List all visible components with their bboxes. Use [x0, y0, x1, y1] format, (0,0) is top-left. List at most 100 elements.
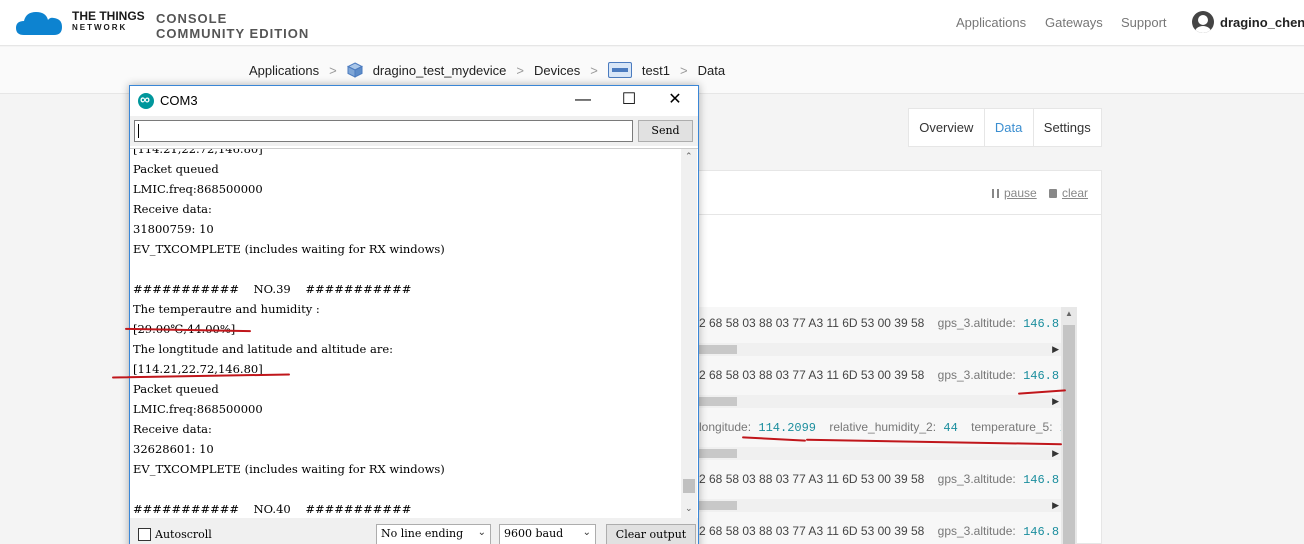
device-tabs: Overview Data Settings — [908, 108, 1102, 147]
console-title: CONSOLE COMMUNITY EDITION — [156, 11, 309, 41]
clear-label: clear — [1062, 186, 1089, 200]
breadcrumb-application-name[interactable]: dragino_test_mydevice — [373, 63, 507, 78]
field-value: 146.8 — [1023, 317, 1060, 331]
ttn-cloud-logo-icon[interactable] — [14, 9, 64, 37]
serial-output-line: ########### NO.40 ########### — [133, 502, 412, 516]
line-ending-select[interactable]: No line ending ⌄ — [376, 524, 491, 544]
field-value: 146.8 — [1023, 525, 1060, 539]
arduino-icon — [138, 91, 154, 109]
message-list: 2 68 58 03 88 03 77 A3 11 6D 53 00 39 58… — [699, 307, 1077, 544]
clear-output-button[interactable]: Clear output — [606, 524, 696, 544]
username: dragino_chene — [1220, 14, 1304, 30]
message-line: 2 68 58 03 88 03 77 A3 11 6D 53 00 39 58… — [699, 524, 1059, 539]
tab-data[interactable]: Data — [985, 109, 1034, 146]
minimize-icon[interactable]: — — [560, 86, 606, 116]
maximize-icon[interactable]: ☐ — [606, 86, 652, 116]
chevron-right-icon: > — [590, 62, 598, 78]
close-icon[interactable]: ✕ — [652, 86, 698, 116]
serial-output-text: [114.21,22.72,146.80] Packet queued LMIC.f… — [133, 148, 445, 518]
pause-icon — [992, 188, 999, 198]
payload-hex: 2 68 58 03 88 03 77 A3 11 6D 53 00 39 58 — [699, 316, 925, 330]
scroll-down-icon[interactable]: ⌄ — [685, 503, 693, 514]
breadcrumb-devices[interactable]: Devices — [534, 63, 580, 78]
serial-output-line: Packet queued — [133, 382, 219, 396]
window-titlebar[interactable]: COM3 — ☐ ✕ — [130, 86, 698, 116]
serial-output-line: LMIC.freq:868500000 — [133, 402, 263, 416]
message-line: 2 68 58 03 88 03 77 A3 11 6D 53 00 39 58… — [699, 316, 1059, 331]
tab-overview[interactable]: Overview — [909, 109, 985, 146]
scroll-right-icon[interactable]: ▶ — [1052, 344, 1059, 355]
scroll-right-icon[interactable]: ▶ — [1052, 396, 1059, 407]
serial-options-bar: Autoscroll No line ending ⌄ 9600 baud ⌄ … — [130, 518, 698, 544]
tab-settings[interactable]: Settings — [1034, 109, 1101, 146]
field-value: 146.8 — [1023, 369, 1060, 383]
breadcrumb-current: Data — [697, 62, 726, 78]
field-value: 114.2099 — [758, 421, 816, 435]
breadcrumb-device-name[interactable]: test1 — [642, 63, 670, 78]
nav-applications-link[interactable]: Applications — [956, 15, 1026, 30]
payload-hex: 2 68 58 03 88 03 77 A3 11 6D 53 00 39 58 — [699, 524, 925, 538]
pause-button[interactable]: pause — [992, 186, 1037, 200]
field-key: longitude: — [699, 420, 752, 434]
brand-line-2: NETWORK — [72, 23, 128, 32]
chevron-right-icon: > — [680, 62, 688, 78]
serial-output-line: LMIC.freq:868500000 — [133, 182, 263, 196]
scrollbar-thumb[interactable] — [699, 345, 737, 354]
message-line: longitude: 114.2099 relative_humidity_2:… — [699, 420, 1074, 435]
scrollbar-thumb[interactable] — [699, 397, 737, 406]
list-item[interactable]: 2 68 58 03 88 03 77 A3 11 6D 53 00 39 58… — [699, 359, 1061, 411]
scrollbar-thumb[interactable] — [1063, 325, 1075, 544]
horizontal-scrollbar[interactable]: ▶ — [699, 395, 1061, 408]
scrollbar-thumb[interactable] — [699, 501, 737, 510]
brand-logo[interactable]: THE THINGS NETWORK — [72, 10, 145, 33]
message-line: 2 68 58 03 88 03 77 A3 11 6D 53 00 39 58… — [699, 368, 1059, 383]
chevron-down-icon: ⌄ — [582, 527, 591, 538]
payload-hex: 2 68 58 03 88 03 77 A3 11 6D 53 00 39 58 — [699, 368, 925, 382]
horizontal-scrollbar[interactable]: ▶ — [699, 343, 1061, 356]
scrollbar-thumb[interactable] — [699, 449, 737, 458]
horizontal-scrollbar[interactable]: ▶ — [699, 499, 1061, 512]
vertical-scrollbar[interactable]: ▲ — [1061, 307, 1077, 544]
field-value: 44 — [943, 421, 958, 435]
field-value: 146.8 — [1023, 473, 1060, 487]
send-button[interactable]: Send — [638, 120, 693, 142]
console-line-2: COMMUNITY EDITION — [156, 26, 310, 41]
clear-button[interactable]: clear — [1049, 186, 1088, 200]
serial-output-line: Receive data: — [133, 202, 212, 216]
scroll-right-icon[interactable]: ▶ — [1052, 500, 1059, 511]
scrollbar-thumb[interactable] — [683, 479, 695, 493]
serial-output-line — [133, 259, 445, 279]
serial-output-line: The temperautre and humidity : — [133, 302, 320, 316]
scroll-up-icon[interactable]: ▲ — [1065, 309, 1073, 318]
serial-output-line: 31800759: 10 — [133, 222, 214, 236]
serial-output-line — [133, 479, 445, 499]
serial-output-line: Packet queued — [133, 162, 219, 176]
scroll-up-icon[interactable]: ⌃ — [685, 151, 693, 162]
horizontal-scrollbar[interactable]: ▶ — [699, 447, 1061, 460]
vertical-scrollbar[interactable]: ⌃ ⌄ — [681, 149, 697, 518]
application-cube-icon — [346, 62, 363, 78]
chevron-right-icon: > — [329, 62, 337, 78]
baud-rate-select[interactable]: 9600 baud ⌄ — [499, 524, 596, 544]
serial-output[interactable]: [114.21,22.72,146.80] Packet queued LMIC.f… — [130, 148, 698, 518]
user-menu[interactable]: dragino_chene — [1192, 11, 1304, 33]
line-ending-value: No line ending — [381, 527, 464, 540]
scroll-right-icon[interactable]: ▶ — [1052, 448, 1059, 459]
nav-support-link[interactable]: Support — [1121, 15, 1167, 30]
serial-output-line: Receive data: — [133, 422, 212, 436]
serial-output-line: The longtitude and latitude and altitude… — [133, 342, 394, 356]
serial-output-line: [114.21,22.72,146.80] — [133, 148, 263, 156]
serial-output-line: EV_TXCOMPLETE (includes waiting for RX w… — [133, 462, 445, 476]
nav-gateways-link[interactable]: Gateways — [1045, 15, 1103, 30]
list-item[interactable]: 2 68 58 03 88 03 77 A3 11 6D 53 00 39 58… — [699, 307, 1061, 359]
data-panel: pause clear 2 68 58 03 88 03 77 A3 11 6D… — [698, 170, 1102, 544]
serial-output-line: EV_TXCOMPLETE (includes waiting for RX w… — [133, 242, 445, 256]
serial-input[interactable] — [134, 120, 633, 142]
serial-output-line: ########### NO.39 ########### — [133, 282, 412, 296]
window-title: COM3 — [160, 93, 198, 108]
autoscroll-checkbox[interactable] — [138, 528, 151, 541]
list-item[interactable]: 2 68 58 03 88 03 77 A3 11 6D 53 00 39 58… — [699, 515, 1061, 544]
list-item[interactable]: 2 68 58 03 88 03 77 A3 11 6D 53 00 39 58… — [699, 463, 1061, 515]
data-panel-header: pause clear — [699, 171, 1101, 215]
breadcrumb-applications[interactable]: Applications — [249, 63, 319, 78]
